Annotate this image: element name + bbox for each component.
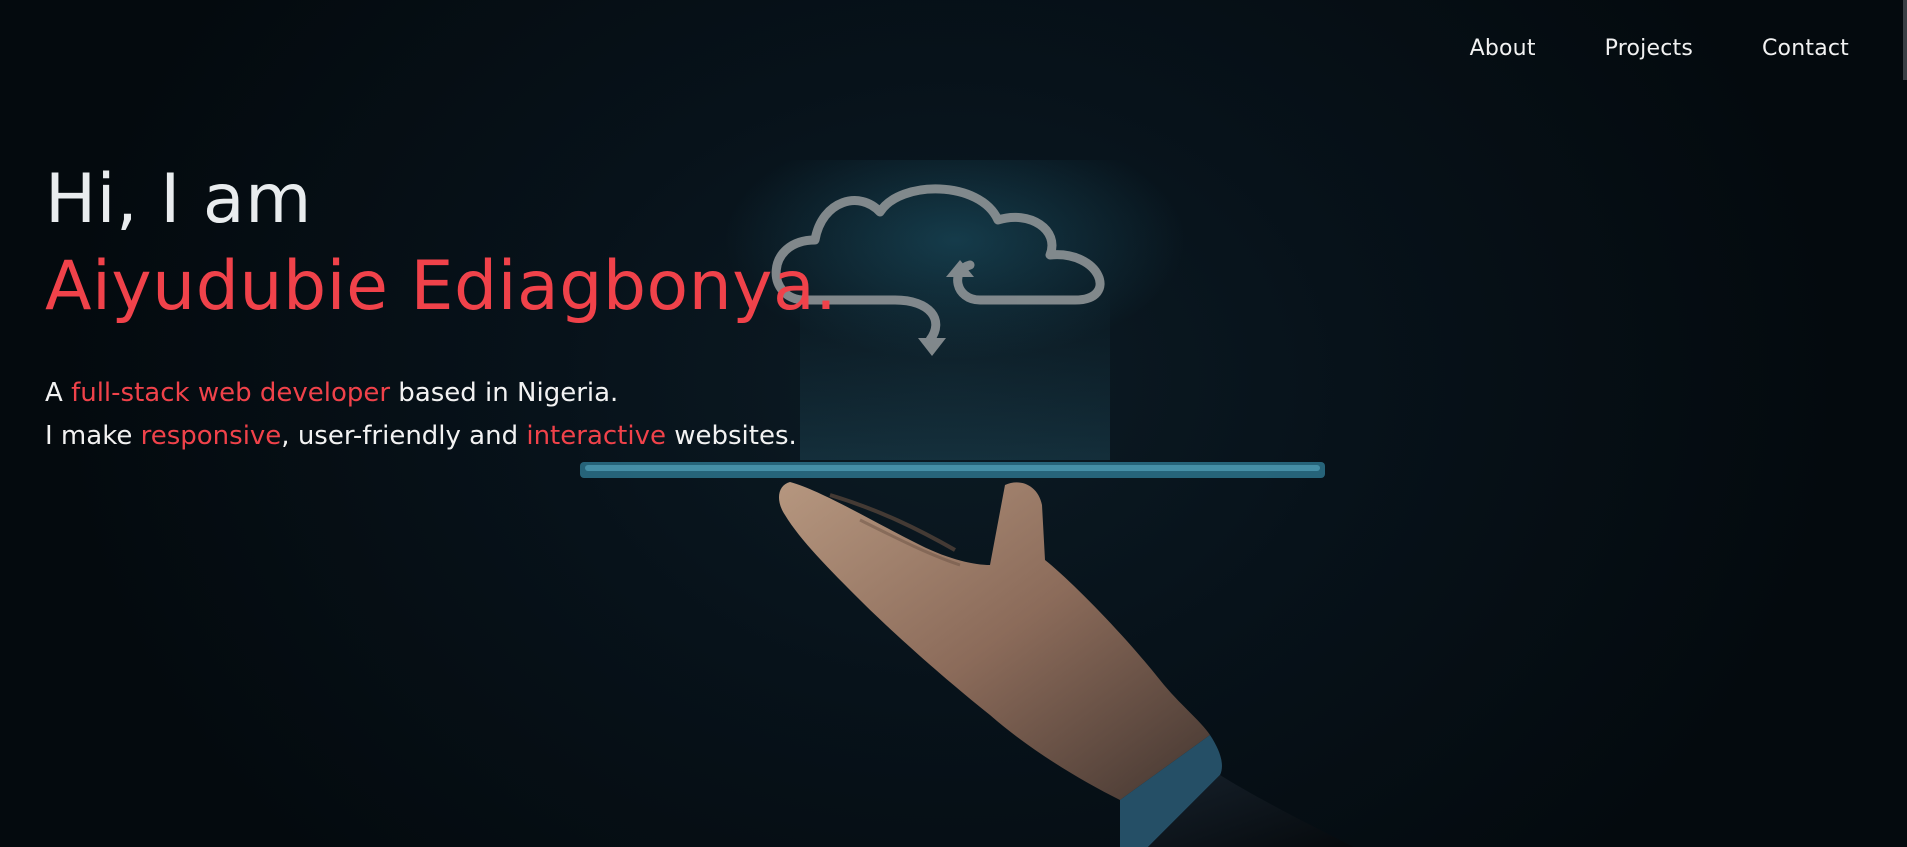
hero-section: Hi, I am Aiyudubie Ediagbonya. A full-st… [45,158,1045,458]
nav-projects-link[interactable]: Projects [1605,36,1693,61]
hero-greeting: Hi, I am [45,160,312,239]
page: About Projects Contact Hi, I am Aiyudubi… [0,0,1907,847]
tagline-text: A [45,378,72,408]
tagline-highlight-role: full-stack web developer [71,378,391,408]
tagline-text: based in Nigeria. [390,378,619,408]
tagline-line1: A full-stack web developer based in Nige… [45,378,618,408]
tagline-text: websites. [665,421,797,451]
tagline-text: , user-friendly and [281,421,527,451]
nav-contact-link[interactable]: Contact [1762,36,1849,61]
hero-tagline: A full-stack web developer based in Nige… [45,372,1045,458]
tagline-text: I make [45,421,141,451]
nav-about-link[interactable]: About [1470,36,1536,61]
tablet-illustration [580,462,1325,478]
tagline-highlight-interactive: interactive [526,421,666,451]
hero-name: Aiyudubie Ediagbonya. [45,247,838,326]
main-nav: About Projects Contact [1470,36,1849,61]
scrollbar[interactable] [1903,0,1907,80]
tagline-line2: I make responsive, user-friendly and int… [45,421,797,451]
tagline-highlight-responsive: responsive [140,421,282,451]
hand-illustration [778,482,1355,847]
